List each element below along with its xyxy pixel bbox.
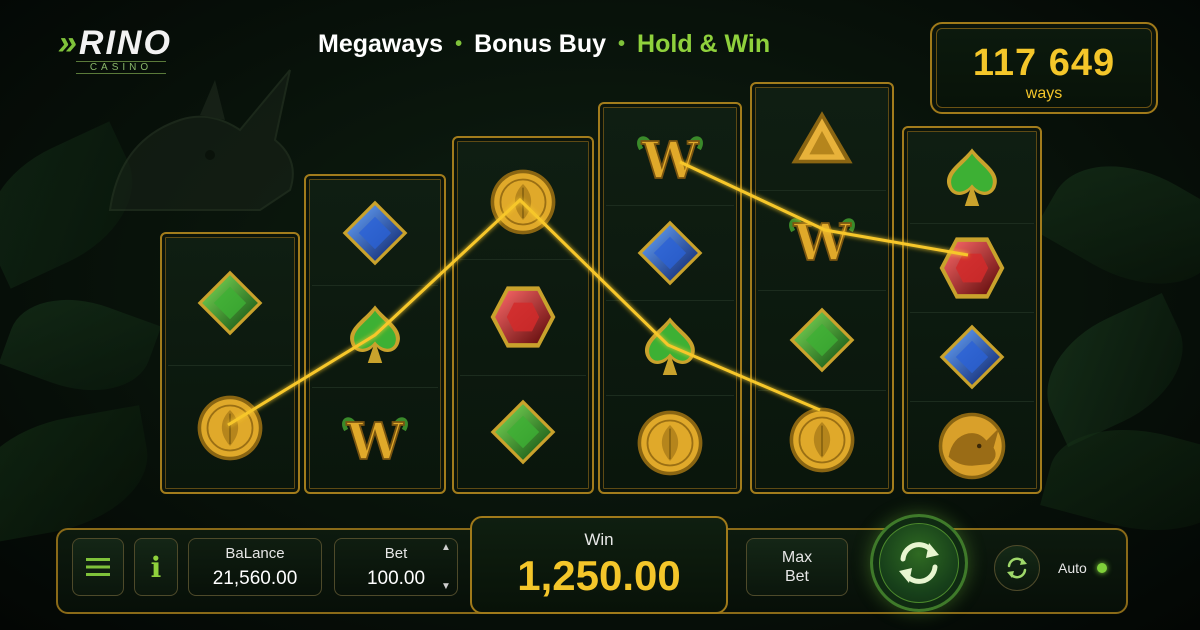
reel-symbol-cell bbox=[758, 90, 886, 191]
feature-megaways: Megaways bbox=[318, 30, 444, 58]
feature-header: Megaways • Bonus Buy • Hold & Win bbox=[318, 30, 770, 59]
auto-label: Auto bbox=[1058, 560, 1087, 576]
bet-increase-icon[interactable]: ▲ bbox=[441, 542, 451, 553]
svg-text:W: W bbox=[641, 130, 700, 189]
blue-gem-icon bbox=[939, 324, 1005, 389]
max-bet-label-line2: Bet bbox=[784, 568, 809, 585]
spin-button[interactable] bbox=[870, 514, 968, 612]
ways-counter: 117 649 ways bbox=[930, 22, 1158, 114]
green-gem-icon bbox=[197, 270, 263, 335]
jungle-leaf bbox=[0, 278, 162, 412]
autoplay-icon bbox=[1007, 557, 1027, 579]
green-spade-icon bbox=[645, 316, 695, 375]
reel-symbol-cell bbox=[758, 290, 886, 391]
separator-dot: • bbox=[455, 33, 463, 55]
reel-3 bbox=[452, 136, 594, 494]
reel-symbol-cell bbox=[168, 240, 292, 366]
reel-symbol-cell bbox=[910, 223, 1034, 313]
reel-symbol-cell bbox=[460, 144, 586, 261]
red-gem-icon bbox=[939, 236, 1005, 299]
casino-logo: »RINO CASINO bbox=[58, 24, 172, 74]
win-value: 1,250.00 bbox=[517, 552, 681, 599]
reel-symbol-cell bbox=[460, 375, 586, 490]
green-spade-icon bbox=[350, 305, 400, 363]
win-display: Win 1,250.00 bbox=[470, 516, 728, 614]
hamburger-icon bbox=[86, 558, 110, 576]
svg-text:W: W bbox=[793, 213, 852, 272]
reel-symbol-cell: W bbox=[758, 190, 886, 291]
reel-1 bbox=[160, 232, 300, 494]
green-gem-icon bbox=[490, 399, 556, 465]
balance-label: BaLance bbox=[225, 545, 285, 562]
reel-symbol-cell: W bbox=[312, 387, 438, 490]
logo-mark: » bbox=[58, 24, 79, 62]
auto-status-indicator bbox=[1097, 563, 1107, 573]
max-bet-button[interactable]: Max Bet bbox=[746, 538, 848, 596]
blue-gem-icon bbox=[342, 200, 408, 266]
ways-label: ways bbox=[1025, 85, 1063, 102]
jungle-leaf bbox=[1025, 292, 1200, 448]
balance-value: 21,560.00 bbox=[212, 568, 298, 589]
blue-gem-icon bbox=[637, 220, 703, 285]
reel-5: W bbox=[750, 82, 894, 494]
info-icon: i bbox=[150, 550, 162, 584]
gold-coin-icon bbox=[789, 407, 855, 473]
info-button[interactable]: i bbox=[134, 538, 178, 596]
reel-symbol-cell bbox=[910, 401, 1034, 490]
reel-4: W bbox=[598, 102, 742, 494]
reel-symbol-cell bbox=[910, 312, 1034, 402]
feature-bonus-buy: Bonus Buy bbox=[474, 30, 607, 58]
reel-6 bbox=[902, 126, 1042, 494]
reel-symbol-cell bbox=[910, 134, 1034, 224]
autoplay-button[interactable] bbox=[994, 545, 1040, 591]
reel-symbol-cell bbox=[312, 285, 438, 389]
rhino-coin-icon bbox=[938, 412, 1006, 479]
reel-symbol-cell: W bbox=[606, 110, 734, 206]
win-label: Win bbox=[584, 530, 614, 549]
menu-button[interactable] bbox=[72, 538, 124, 596]
green-gem-icon bbox=[789, 307, 855, 373]
reel-symbol-cell bbox=[758, 390, 886, 490]
reel-symbol-cell bbox=[168, 365, 292, 490]
reel-symbol-cell bbox=[312, 182, 438, 286]
gold-coin-icon bbox=[197, 395, 263, 460]
gold-triangle-icon bbox=[791, 111, 853, 164]
reel-2: W bbox=[304, 174, 446, 494]
green-spade-icon bbox=[947, 147, 997, 206]
feature-hold-and-win: Hold & Win bbox=[637, 30, 771, 58]
svg-text:W: W bbox=[346, 411, 405, 470]
wild-w-icon: W bbox=[637, 129, 703, 190]
max-bet-label-line1: Max bbox=[781, 549, 813, 566]
gold-coin-icon bbox=[637, 410, 703, 475]
reel-symbol-cell bbox=[606, 205, 734, 301]
bet-stepper: ▲ ▼ bbox=[438, 542, 454, 592]
ways-value: 117 649 bbox=[972, 42, 1116, 84]
jungle-leaf bbox=[1033, 134, 1200, 316]
red-gem-icon bbox=[490, 286, 556, 348]
separator-dot: • bbox=[618, 33, 626, 55]
logo-text: RINO bbox=[78, 24, 172, 62]
rhino-background-icon bbox=[108, 69, 294, 211]
gold-coin-icon bbox=[490, 169, 556, 235]
jungle-leaf bbox=[0, 405, 159, 545]
reel-symbol-cell bbox=[460, 259, 586, 376]
balance-display: BaLance 21,560.00 bbox=[188, 538, 322, 596]
spin-arrows-icon bbox=[899, 542, 939, 584]
wild-w-icon: W bbox=[342, 411, 408, 471]
reel-symbol-cell bbox=[606, 395, 734, 490]
wild-w-icon: W bbox=[789, 212, 855, 273]
reel-symbol-cell bbox=[606, 300, 734, 396]
bet-decrease-icon[interactable]: ▼ bbox=[441, 581, 451, 592]
